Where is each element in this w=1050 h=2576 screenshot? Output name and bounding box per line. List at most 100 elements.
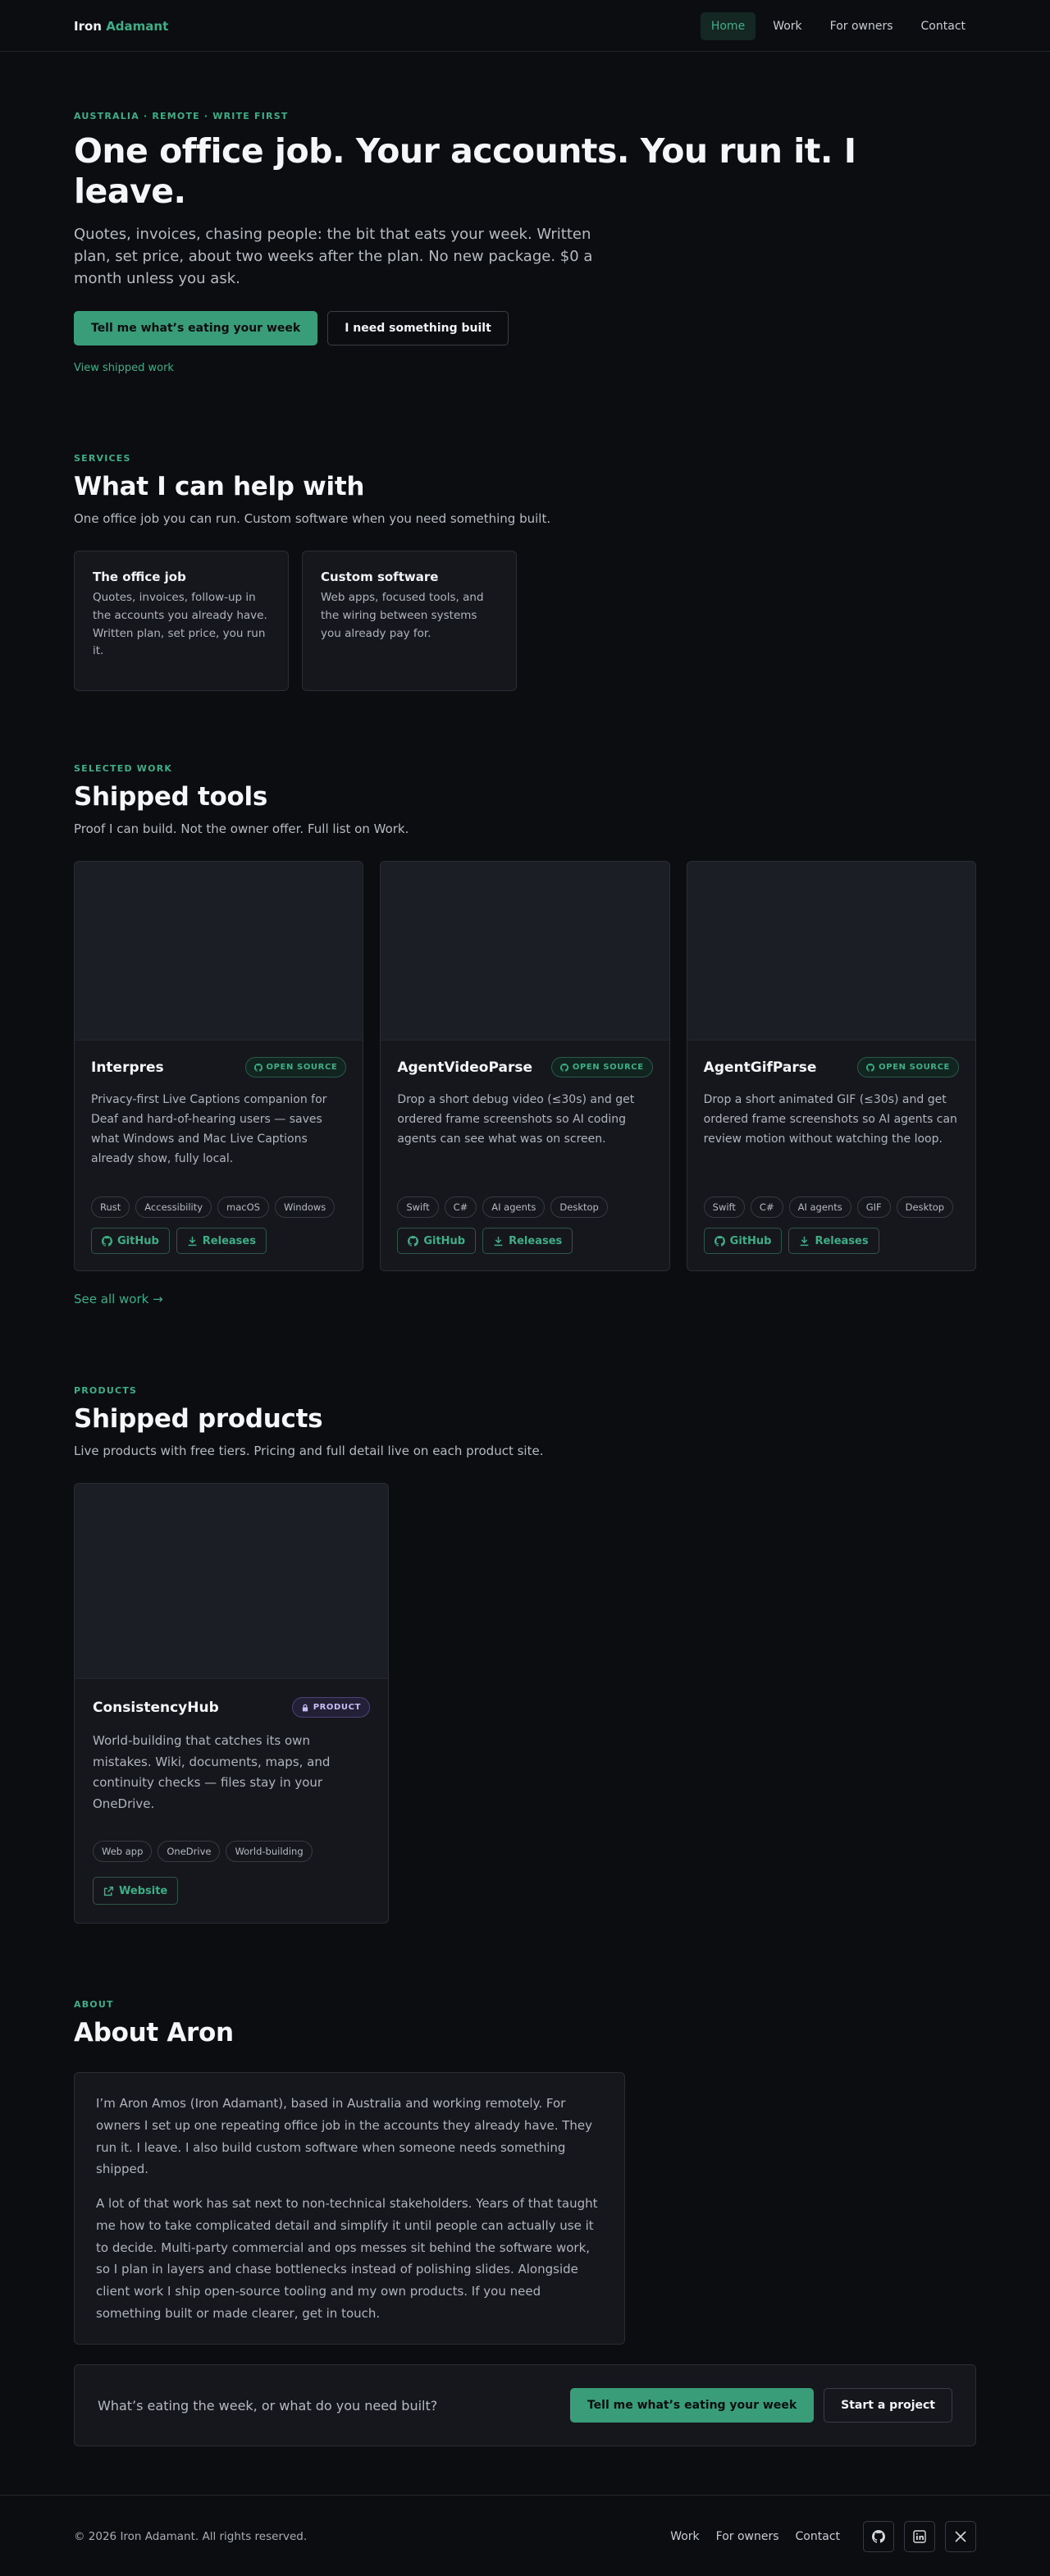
cta-band: What’s eating the week, or what do you n… xyxy=(74,2364,976,2447)
download-icon xyxy=(801,1236,809,1246)
github-icon xyxy=(714,1235,725,1247)
releases-button[interactable]: Releases xyxy=(482,1228,573,1255)
about-eyebrow: About xyxy=(74,1999,114,2011)
linkedin-link[interactable] xyxy=(904,2520,935,2552)
main-nav: Home Work For owners Contact xyxy=(700,11,976,40)
product-badge: PRODUCT xyxy=(291,1697,370,1718)
download-icon xyxy=(494,1236,503,1246)
tag: Rust xyxy=(91,1196,130,1219)
top-bar: Iron Adamant Home Work For owners Contac… xyxy=(0,0,1050,52)
tag: Desktop xyxy=(550,1196,608,1219)
releases-button[interactable]: Releases xyxy=(788,1228,879,1255)
product-card-consistencyhub: ConsistencyHub PRODUCT World-building th… xyxy=(74,1483,389,1924)
github-button[interactable]: GitHub xyxy=(703,1228,783,1255)
github-icon xyxy=(408,1235,419,1247)
work-card-desc: Privacy-first Live Captions companion fo… xyxy=(91,1093,327,1165)
work-card-thumbnail xyxy=(75,862,363,1041)
github-link[interactable] xyxy=(863,2520,894,2552)
open-source-badge: OPEN SOURCE xyxy=(550,1057,653,1078)
work-card-thumbnail xyxy=(381,862,669,1041)
open-source-badge: OPEN SOURCE xyxy=(244,1057,347,1078)
github-label: GitHub xyxy=(729,1234,772,1247)
work-card-actions: GitHub Releases xyxy=(91,1228,267,1255)
nav-work[interactable]: Work xyxy=(762,12,812,40)
tag: GIF xyxy=(856,1196,891,1219)
releases-label: Releases xyxy=(202,1234,256,1247)
service-card-title: The office job xyxy=(93,570,186,585)
download-icon xyxy=(188,1236,197,1246)
work-card-desc: Drop a short debug video (≤30s) and get … xyxy=(397,1093,635,1146)
badge-label: PRODUCT xyxy=(313,1703,361,1713)
services-section: Services What I can help with One office… xyxy=(74,453,976,692)
releases-label: Releases xyxy=(815,1234,869,1247)
services-title: What I can help with xyxy=(74,472,365,502)
tag-list: Swift C# AI agents GIF Desktop xyxy=(703,1196,954,1219)
x-icon xyxy=(955,2530,966,2542)
nav-contact[interactable]: Contact xyxy=(911,12,976,40)
social-icons xyxy=(863,2520,976,2552)
releases-label: Releases xyxy=(509,1234,563,1247)
copyright: © 2026 Iron Adamant. All rights reserved… xyxy=(74,2529,308,2543)
github-label: GitHub xyxy=(423,1234,466,1247)
tag: Swift xyxy=(703,1196,745,1219)
github-button[interactable]: GitHub xyxy=(397,1228,477,1255)
products-section: Products Shipped products Live products … xyxy=(74,1385,976,1924)
about-paragraph-2: A lot of that work has sat next to non-t… xyxy=(96,2196,598,2321)
tag: Web app xyxy=(93,1841,153,1863)
work-title: Shipped tools xyxy=(74,782,268,812)
start-project-button[interactable]: Start a project xyxy=(824,2388,952,2423)
nav-for-owners[interactable]: For owners xyxy=(819,12,904,40)
external-link-icon xyxy=(103,1886,114,1896)
github-icon xyxy=(102,1235,112,1247)
work-sub: Proof I can build. Not the owner offer. … xyxy=(74,821,409,837)
cta-band-buttons: Tell me what’s eating your week Start a … xyxy=(569,2388,952,2423)
services-eyebrow: Services xyxy=(74,453,131,464)
see-all-work-link[interactable]: See all work → xyxy=(74,1292,163,1306)
about-section: About About Aron I’m Aron Amos (Iron Ada… xyxy=(74,1999,976,2447)
about-paragraph-1: I’m Aron Amos (Iron Adamant), based in A… xyxy=(96,2096,593,2177)
hero-section: Australia · Remote · Write first One off… xyxy=(74,52,976,374)
cta-question: What’s eating the week, or what do you n… xyxy=(98,2397,438,2414)
work-grid: Interpres OPEN SOURCE Privacy-first Live… xyxy=(74,861,976,1272)
github-label: GitHub xyxy=(117,1234,159,1247)
tag: C# xyxy=(750,1196,783,1219)
product-card-desc: World-building that catches its own mist… xyxy=(93,1733,331,1811)
work-section: Selected work Shipped tools Proof I can … xyxy=(74,763,976,1306)
tag: AI agents xyxy=(482,1196,546,1219)
cta-primary-button[interactable]: Tell me what’s eating your week xyxy=(569,2388,815,2423)
github-icon xyxy=(866,1063,875,1072)
x-link[interactable] xyxy=(945,2520,976,2552)
tag: Windows xyxy=(274,1196,336,1219)
hero-primary-button[interactable]: Tell me what’s eating your week xyxy=(74,311,318,346)
releases-button[interactable]: Releases xyxy=(176,1228,267,1255)
work-card-actions: GitHub Releases xyxy=(397,1228,573,1255)
service-card-desc: Quotes, invoices, follow-up in the accou… xyxy=(93,591,267,658)
footer-link-for-owners[interactable]: For owners xyxy=(716,2530,779,2543)
main-content: Australia · Remote · Write first One off… xyxy=(74,52,976,2447)
tag: Swift xyxy=(397,1196,439,1219)
footer-link-work[interactable]: Work xyxy=(670,2530,699,2543)
footer-nav: Work For owners Contact xyxy=(670,2520,976,2552)
work-card-agentvideoparse: AgentVideoParse OPEN SOURCE Drop a short… xyxy=(380,861,670,1272)
tag: OneDrive xyxy=(158,1841,221,1863)
work-card-title: Interpres xyxy=(91,1059,164,1076)
footer-link-contact[interactable]: Contact xyxy=(796,2530,840,2543)
work-card-interpres: Interpres OPEN SOURCE Privacy-first Live… xyxy=(74,861,364,1272)
view-shipped-work-link[interactable]: View shipped work xyxy=(74,362,174,374)
website-button[interactable]: Website xyxy=(93,1877,179,1906)
tag: World-building xyxy=(226,1841,313,1863)
tag: Desktop xyxy=(896,1196,954,1219)
work-card-agentgifparse: AgentGifParse OPEN SOURCE Drop a short a… xyxy=(686,861,976,1272)
tag: Accessibility xyxy=(135,1196,212,1219)
footer: © 2026 Iron Adamant. All rights reserved… xyxy=(0,2495,1050,2576)
github-button[interactable]: GitHub xyxy=(91,1228,170,1255)
github-icon xyxy=(559,1063,568,1072)
services-grid: The office job Quotes, invoices, follow-… xyxy=(74,551,976,692)
product-card-title: ConsistencyHub xyxy=(93,1699,219,1716)
tag-list: Swift C# AI agents Desktop xyxy=(397,1196,608,1219)
nav-home[interactable]: Home xyxy=(700,11,756,40)
about-title: About Aron xyxy=(74,2018,234,2048)
brand-logo[interactable]: Iron Adamant xyxy=(74,19,168,34)
hero-secondary-button[interactable]: I need something built xyxy=(327,311,509,346)
service-card-desc: Web apps, focused tools, and the wiring … xyxy=(321,591,484,640)
